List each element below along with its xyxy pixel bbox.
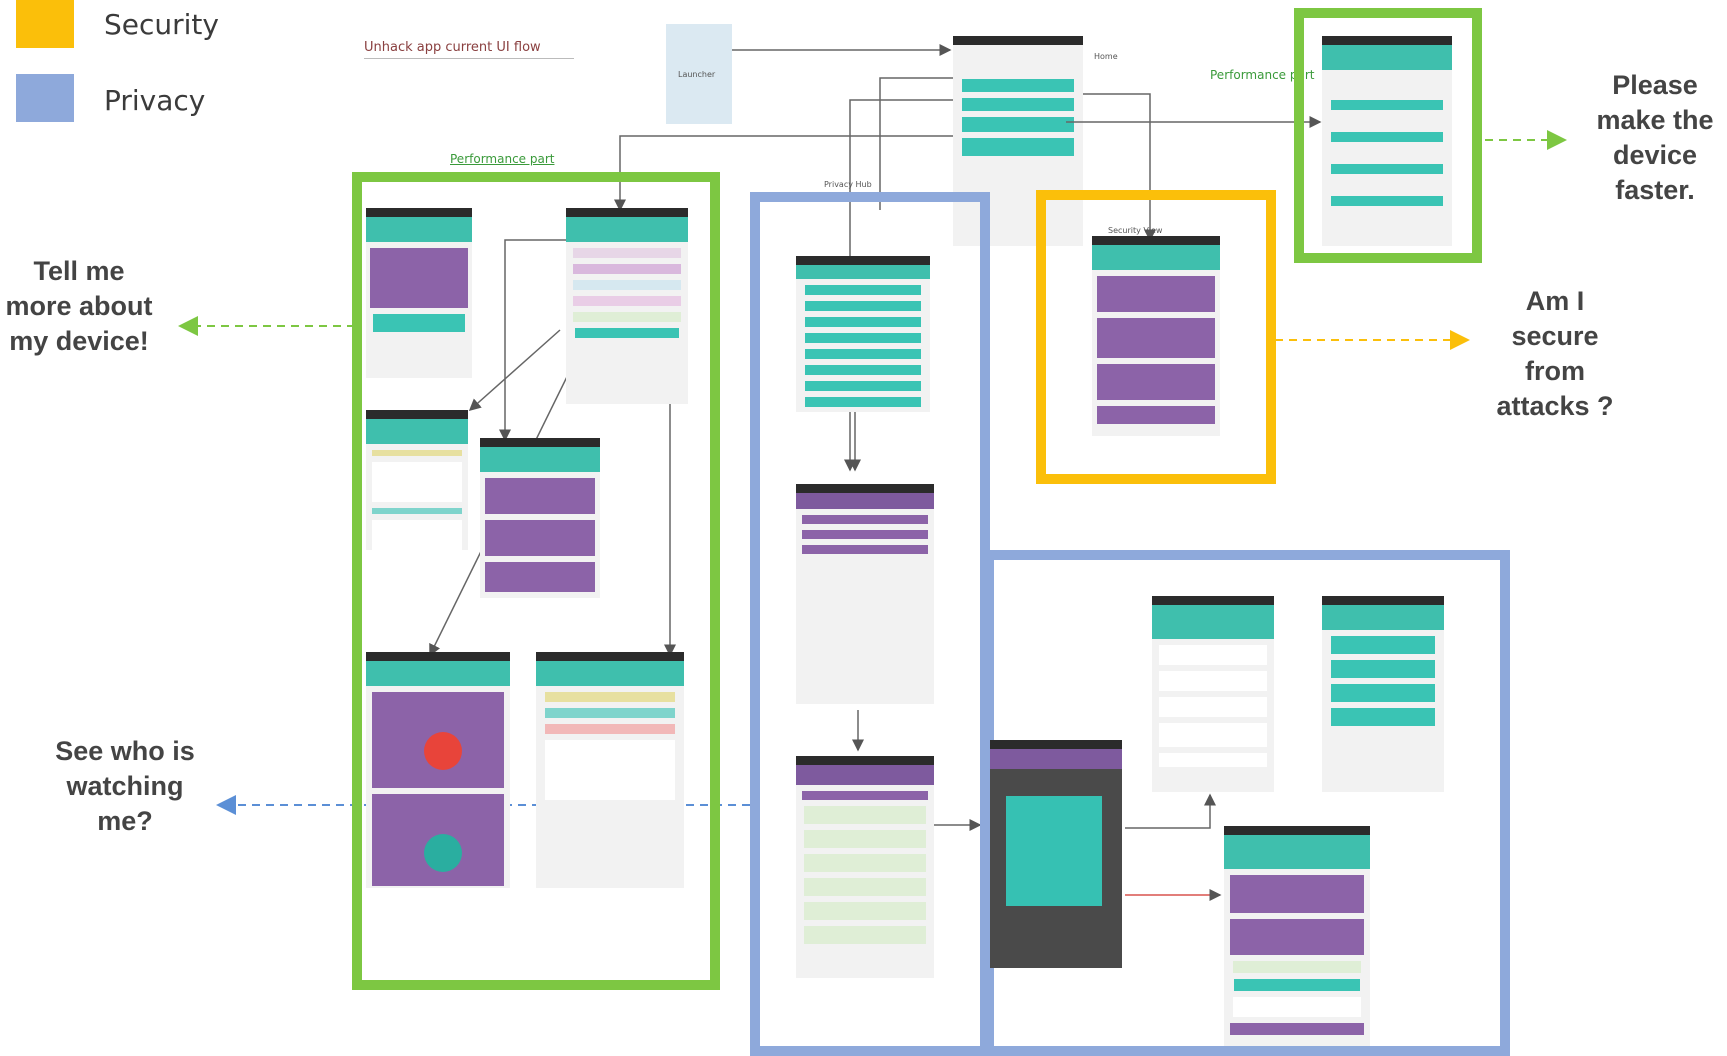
callout-privacy: See who is watching me? — [55, 736, 195, 836]
callout-performance-top: Please make the device faster. — [1596, 70, 1714, 205]
performance-screen-top — [1322, 36, 1452, 246]
phone-health-screen — [480, 438, 600, 598]
data-usage-detail-screen — [1224, 826, 1370, 1046]
security-screen — [1092, 236, 1220, 436]
profile-select-screen — [1322, 596, 1444, 792]
performance-menu-screen — [566, 208, 688, 404]
system-info-screen — [366, 410, 468, 550]
callout-performance-left: Tell me more about my device! — [5, 256, 153, 356]
app-details-screen — [1152, 596, 1274, 792]
privacy-list-screen — [796, 484, 934, 704]
about-device-screen — [366, 208, 472, 378]
privacy-apps-screen — [796, 756, 934, 978]
privacy-hub-screen — [796, 256, 930, 412]
data-usage-screen — [536, 652, 684, 888]
security-view-label: Security View — [1108, 226, 1163, 235]
callout-security: Am I secure from attacks ? — [1496, 286, 1614, 421]
memory-status-screen — [366, 652, 510, 888]
privacy-hub-label: Privacy Hub — [824, 180, 872, 189]
permissions-dialog-screen — [990, 740, 1122, 968]
